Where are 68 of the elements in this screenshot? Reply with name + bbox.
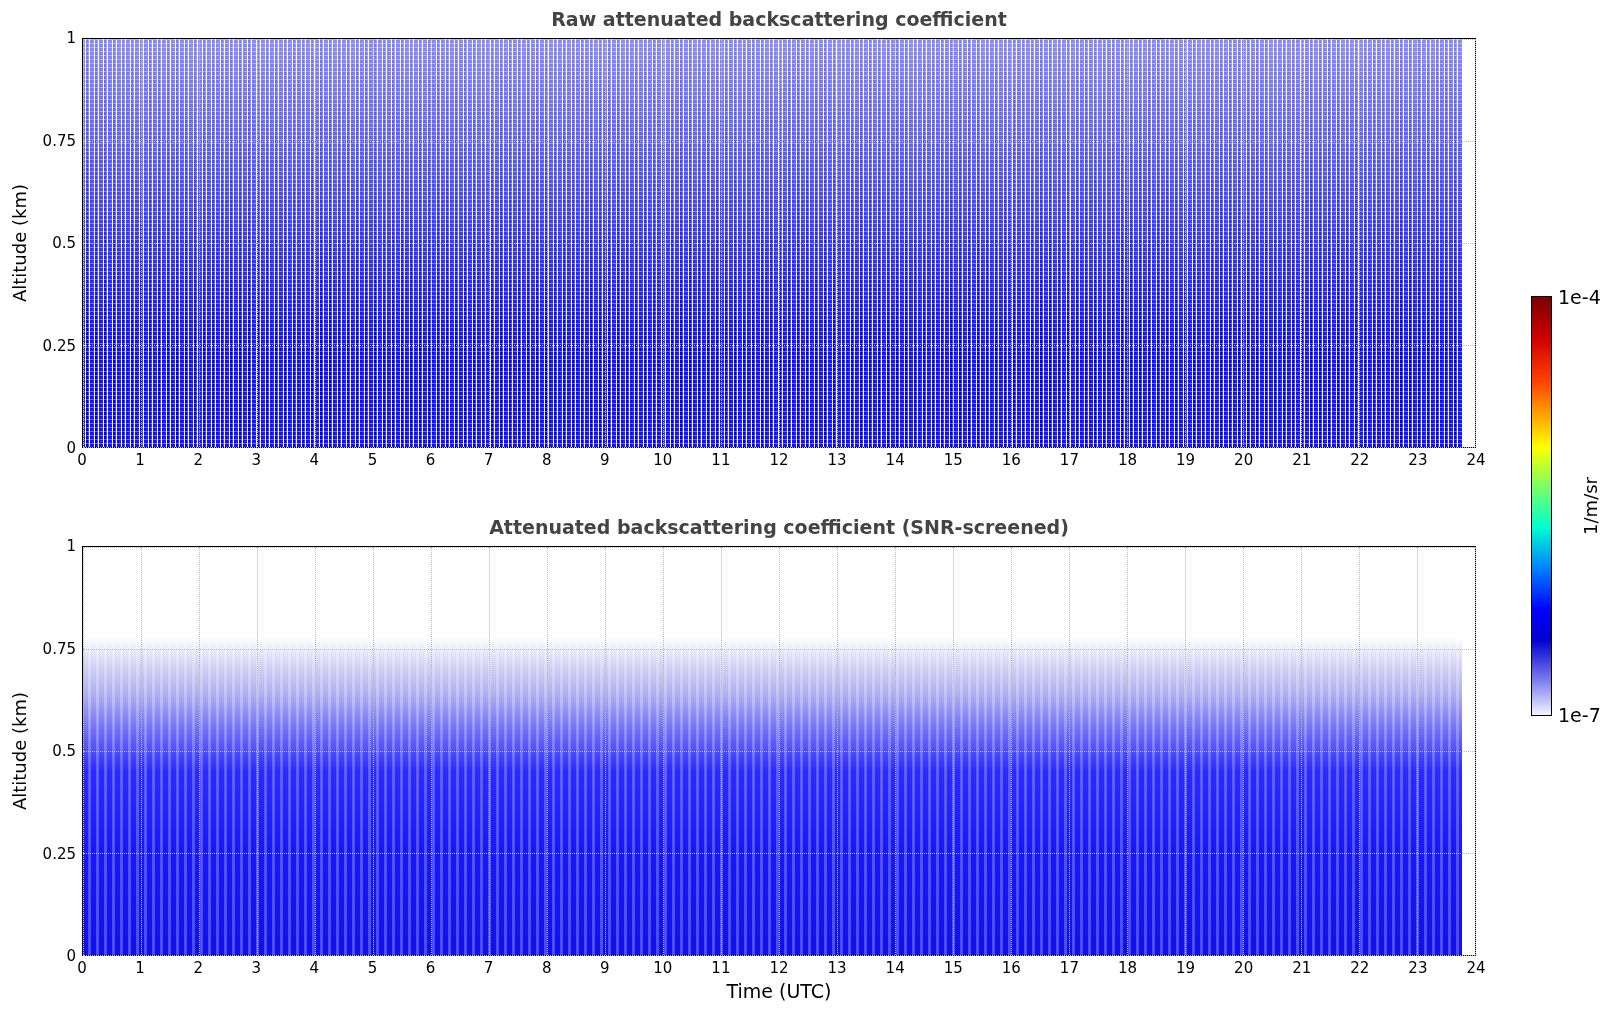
tick-label: 15: [943, 959, 963, 977]
tick-label: 1: [135, 451, 145, 469]
tick-label: 7: [483, 451, 494, 469]
tick-label: 3: [251, 451, 261, 469]
tick-label: 19: [1176, 451, 1196, 469]
tick-label: 23: [1408, 451, 1428, 469]
tick-label: 24: [1466, 959, 1486, 977]
tick-label: 15: [943, 451, 963, 469]
tick-label: 10: [653, 451, 673, 469]
tick-label: 18: [1117, 959, 1138, 977]
tick-label: 11: [711, 451, 731, 469]
tick-label: 0: [77, 451, 87, 469]
tick-label: 5: [367, 451, 378, 469]
axis-label: 1/m/sr: [1580, 477, 1601, 535]
tick-label: 20: [1234, 959, 1254, 977]
chart-title: Raw attenuated backscattering coefficient: [551, 8, 1007, 30]
tick-label: 5: [367, 959, 378, 977]
tick-label: 0.5: [52, 234, 76, 252]
tick-label: 17: [1059, 451, 1079, 469]
axis-label: Altitude (km): [8, 691, 30, 811]
tick-label: 4: [309, 451, 320, 469]
tick-label: 16: [1001, 451, 1021, 469]
tick-label: 11: [711, 959, 731, 977]
tick-label: 12: [769, 451, 789, 469]
tick-label: 10: [653, 959, 673, 977]
tick-label: 0.25: [42, 336, 76, 355]
tick-label: 9: [600, 451, 610, 469]
axis-label: Time (UTC): [726, 980, 832, 1002]
tick-label: 22: [1350, 959, 1370, 977]
tick-label: 4: [309, 959, 320, 977]
tick-label: 0.75: [42, 131, 76, 150]
tick-label: 13: [827, 451, 847, 469]
tick-label: 12: [769, 959, 789, 977]
tick-label: 0.75: [42, 639, 76, 658]
tick-label: 1e-4: [1558, 286, 1601, 308]
tick-label: 6: [425, 959, 436, 977]
tick-label: 1: [66, 29, 76, 47]
tick-label: 0.25: [42, 844, 76, 863]
tick-label: 14: [885, 959, 905, 977]
tick-label: 19: [1176, 959, 1196, 977]
axis-label: Altitude (km): [8, 183, 30, 303]
tick-label: 1: [66, 537, 76, 555]
tick-label: 0: [77, 959, 87, 977]
tick-label: 8: [541, 451, 552, 469]
tick-label: 22: [1350, 451, 1370, 469]
tick-label: 24: [1466, 451, 1486, 469]
tick-label: 17: [1059, 959, 1079, 977]
tick-label: 13: [827, 959, 847, 977]
tick-label: 14: [885, 451, 905, 469]
tick-label: 16: [1001, 959, 1021, 977]
tick-label: 1: [135, 959, 145, 977]
tick-label: 3: [251, 959, 261, 977]
tick-label: 21: [1292, 451, 1312, 469]
tick-label: 18: [1117, 451, 1138, 469]
tick-label: 9: [600, 959, 610, 977]
tick-label: 21: [1292, 959, 1312, 977]
tick-label: 6: [425, 451, 436, 469]
tick-label: 7: [483, 959, 494, 977]
tick-label: 2: [193, 451, 203, 469]
tick-label: 8: [541, 959, 552, 977]
tick-label: 20: [1234, 451, 1254, 469]
tick-label: 23: [1408, 959, 1428, 977]
tick-label: 0.5: [52, 742, 76, 760]
tick-label: 0: [66, 947, 76, 965]
tick-label: 2: [193, 959, 203, 977]
tick-label: 0: [66, 439, 76, 457]
tick-label: 1e-7: [1558, 704, 1601, 726]
chart-title: Attenuated backscattering coefficient (SNR-screened): [489, 516, 1069, 538]
